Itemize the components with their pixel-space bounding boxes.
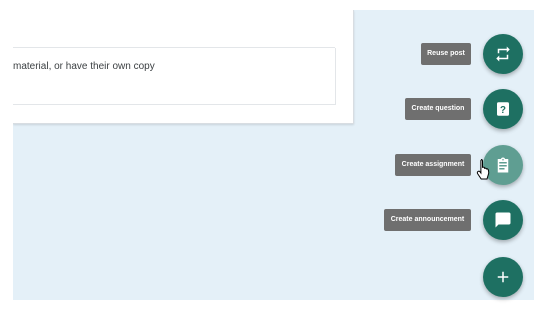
create-announcement-button[interactable] xyxy=(483,200,523,240)
add-button[interactable] xyxy=(483,257,523,297)
plus-icon xyxy=(497,271,509,283)
create-question-button[interactable]: ? xyxy=(483,89,523,129)
create-assignment-tooltip: Create assignment xyxy=(395,154,471,176)
card-option-row[interactable]: material, or have their own copy xyxy=(13,48,336,105)
question-icon: ? xyxy=(497,102,509,116)
hand-cursor-icon xyxy=(476,159,490,180)
card-header-row xyxy=(13,10,335,48)
repeat-icon xyxy=(496,46,510,62)
chat-icon xyxy=(495,212,511,228)
clipboard-icon xyxy=(497,157,509,173)
post-card: material, or have their own copy xyxy=(13,10,354,124)
svg-text:?: ? xyxy=(500,105,506,116)
reuse-post-button[interactable] xyxy=(483,34,523,74)
reuse-post-tooltip: Reuse post xyxy=(421,43,471,65)
create-question-tooltip: Create question xyxy=(405,98,471,120)
create-announcement-tooltip: Create announcement xyxy=(384,209,471,231)
material-option-text: material, or have their own copy xyxy=(13,61,155,72)
